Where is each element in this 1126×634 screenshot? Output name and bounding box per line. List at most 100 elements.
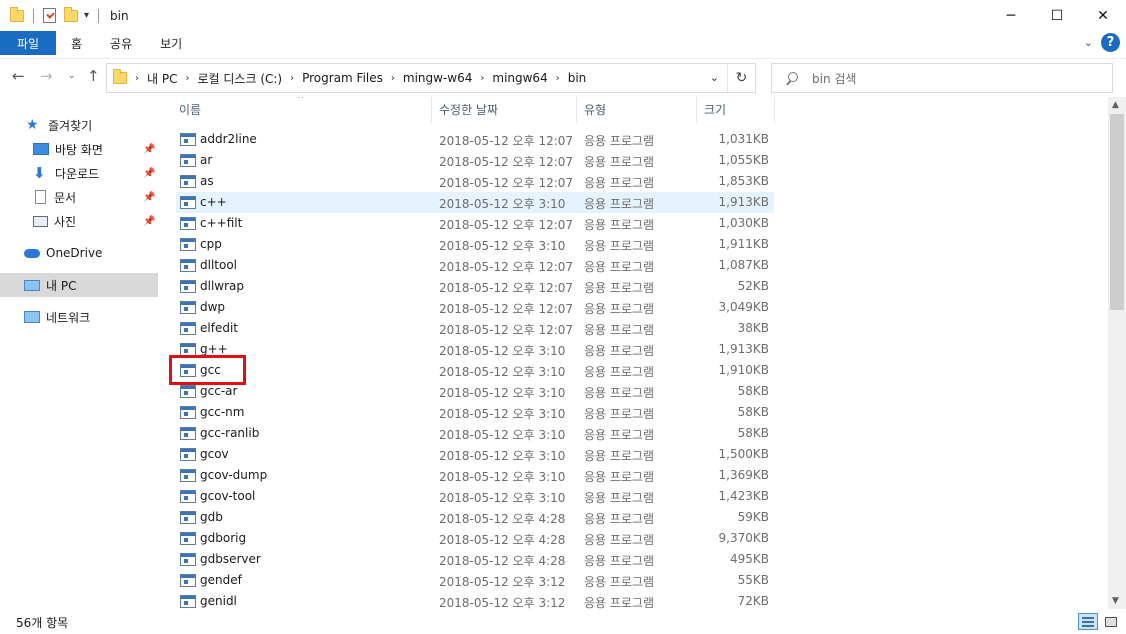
table-row[interactable]: gcc-ar 2018-05-12 오후 3:10 응용 프로그램 58KB <box>176 381 774 402</box>
file-size: 1,911KB <box>718 237 769 251</box>
table-row[interactable]: c++filt 2018-05-12 오후 12:07 응용 프로그램 1,030KB <box>176 213 774 234</box>
column-header-name[interactable]: 이름 <box>179 97 201 121</box>
file-type: 응용 프로그램 <box>584 470 655 484</box>
sidebar-item-desktop[interactable]: 바탕 화면 📌 <box>0 137 158 161</box>
table-row[interactable]: dwp 2018-05-12 오후 12:07 응용 프로그램 3,049KB <box>176 297 774 318</box>
document-icon <box>35 190 46 204</box>
breadcrumb-separator-icon[interactable]: › <box>480 73 484 84</box>
sidebar-item-documents[interactable]: 문서 📌 <box>0 185 158 209</box>
breadcrumb-bin[interactable]: bin <box>568 71 587 85</box>
file-size: 3,049KB <box>718 300 769 314</box>
table-row[interactable]: genidl 2018-05-12 오후 3:12 응용 프로그램 72KB <box>176 591 774 609</box>
table-row[interactable]: addr2line 2018-05-12 오후 12:07 응용 프로그램 1,031… <box>176 129 774 150</box>
table-row[interactable]: c++ 2018-05-12 오후 3:10 응용 프로그램 1,913KB <box>176 192 774 213</box>
search-input[interactable]: bin 검색 <box>771 63 1113 93</box>
refresh-icon[interactable]: ↻ <box>727 64 755 92</box>
tab-file[interactable]: 파일 <box>0 31 56 55</box>
breadcrumb-separator-icon[interactable]: › <box>290 73 294 84</box>
table-row[interactable]: gcov-tool 2018-05-12 오후 3:10 응용 프로그램 1,423K… <box>176 486 774 507</box>
table-row[interactable]: gcc-ranlib 2018-05-12 오후 3:10 응용 프로그램 58KB <box>176 423 774 444</box>
breadcrumb-separator-icon[interactable]: › <box>556 73 560 84</box>
column-header-size[interactable]: 크기 <box>704 97 726 121</box>
scrollbar-thumb[interactable] <box>1110 114 1124 310</box>
sidebar-item-downloads[interactable]: ⬇ 다운로드 📌 <box>0 161 158 185</box>
column-header-date[interactable]: 수정한 날짜 <box>439 97 498 121</box>
scroll-down-arrow-icon[interactable]: ▼ <box>1112 596 1119 606</box>
file-name: gcc-ranlib <box>200 426 260 440</box>
table-row[interactable]: gdb 2018-05-12 오후 4:28 응용 프로그램 59KB <box>176 507 774 528</box>
new-folder-icon[interactable] <box>64 6 78 22</box>
column-header-type[interactable]: 유형 <box>584 97 606 121</box>
breadcrumb-mingw64[interactable]: mingw64 <box>492 71 547 85</box>
file-name: c++ <box>200 195 227 209</box>
table-row[interactable]: elfedit 2018-05-12 오후 12:07 응용 프로그램 38KB <box>176 318 774 339</box>
table-row[interactable]: gcc 2018-05-12 오후 3:10 응용 프로그램 1,910KB <box>176 360 774 381</box>
customize-toolbar-dropdown-icon[interactable]: ▾ <box>84 10 89 21</box>
table-row[interactable]: cpp 2018-05-12 오후 3:10 응용 프로그램 1,911KB <box>176 234 774 255</box>
breadcrumb-separator-icon[interactable]: › <box>391 73 395 84</box>
application-icon <box>180 133 196 146</box>
file-date: 2018-05-12 오후 3:10 <box>439 428 566 442</box>
breadcrumb-separator-icon[interactable]: › <box>185 73 189 84</box>
file-size: 1,087KB <box>718 258 769 272</box>
table-row[interactable]: as 2018-05-12 오후 12:07 응용 프로그램 1,853KB <box>176 171 774 192</box>
details-view-button[interactable] <box>1078 613 1098 630</box>
table-row[interactable]: gendef 2018-05-12 오후 3:12 응용 프로그램 55KB <box>176 570 774 591</box>
forward-arrow-icon[interactable]: → <box>40 67 53 85</box>
sidebar-item-quick-access[interactable]: ★ 즐겨찾기 <box>0 113 158 137</box>
column-divider[interactable] <box>431 97 432 123</box>
breadcrumb-this-pc[interactable]: 내 PC <box>147 70 177 87</box>
file-type: 응용 프로그램 <box>584 302 655 316</box>
close-button[interactable]: ✕ <box>1080 0 1126 31</box>
sidebar-item-label: 바탕 화면 <box>55 142 103 157</box>
table-row[interactable]: dllwrap 2018-05-12 오후 12:07 응용 프로그램 52KB <box>176 276 774 297</box>
tab-view[interactable]: 보기 <box>146 31 196 55</box>
download-arrow-icon: ⬇ <box>33 164 46 182</box>
table-row[interactable]: gcc-nm 2018-05-12 오후 3:10 응용 프로그램 58KB <box>176 402 774 423</box>
column-divider[interactable] <box>774 97 775 123</box>
file-size: 1,055KB <box>718 153 769 167</box>
scroll-up-arrow-icon[interactable]: ▲ <box>1112 100 1119 110</box>
expand-ribbon-icon[interactable]: ⌄ <box>1084 36 1093 49</box>
file-type: 응용 프로그램 <box>584 386 655 400</box>
application-icon <box>180 532 196 545</box>
file-size: 59KB <box>737 510 769 524</box>
tab-home[interactable]: 홈 <box>56 31 96 55</box>
breadcrumb-program-files[interactable]: Program Files <box>302 71 383 85</box>
application-icon <box>180 490 196 503</box>
help-icon[interactable]: ? <box>1101 33 1120 52</box>
vertical-scrollbar[interactable]: ▲ ▼ <box>1108 97 1126 609</box>
maximize-button[interactable]: ☐ <box>1034 0 1080 31</box>
table-row[interactable]: gcov 2018-05-12 오후 3:10 응용 프로그램 1,500KB <box>176 444 774 465</box>
breadcrumb-mingw-w64[interactable]: mingw-w64 <box>403 71 472 85</box>
recent-locations-chevron-icon[interactable]: ⌄ <box>68 71 76 81</box>
address-bar[interactable]: › 내 PC › 로컬 디스크 (C:) › Program Files › m… <box>106 63 756 93</box>
column-divider[interactable] <box>576 97 577 123</box>
address-dropdown-icon[interactable]: ⌄ <box>710 71 719 84</box>
table-row[interactable]: ar 2018-05-12 오후 12:07 응용 프로그램 1,055KB <box>176 150 774 171</box>
folder-icon <box>113 69 127 84</box>
sidebar-item-pictures[interactable]: 사진 📌 <box>0 209 158 233</box>
sidebar-item-onedrive[interactable]: OneDrive <box>0 241 158 265</box>
tab-share[interactable]: 공유 <box>96 31 146 55</box>
up-arrow-icon[interactable]: ↑ <box>87 67 100 85</box>
table-row[interactable]: gcov-dump 2018-05-12 오후 3:10 응용 프로그램 1,369K… <box>176 465 774 486</box>
column-divider[interactable] <box>696 97 697 123</box>
sidebar-item-this-pc[interactable]: 내 PC <box>0 273 158 297</box>
breadcrumb-separator-icon[interactable]: › <box>135 73 139 84</box>
large-icons-view-button[interactable] <box>1101 613 1121 630</box>
table-row[interactable]: g++ 2018-05-12 오후 3:10 응용 프로그램 1,913KB <box>176 339 774 360</box>
back-arrow-icon[interactable]: ← <box>12 67 25 85</box>
sidebar-item-network[interactable]: 네트워크 <box>0 305 158 329</box>
minimize-button[interactable]: ─ <box>988 0 1034 31</box>
file-name: c++filt <box>200 216 243 230</box>
breadcrumb-local-disk[interactable]: 로컬 디스크 (C:) <box>197 70 282 87</box>
table-row[interactable]: gdbserver 2018-05-12 오후 4:28 응용 프로그램 495KB <box>176 549 774 570</box>
properties-icon[interactable] <box>43 8 56 23</box>
table-row[interactable]: gdborig 2018-05-12 오후 4:28 응용 프로그램 9,370KB <box>176 528 774 549</box>
file-size: 1,031KB <box>718 132 769 146</box>
file-size: 58KB <box>737 405 769 419</box>
file-name: g++ <box>200 342 228 356</box>
table-row[interactable]: dlltool 2018-05-12 오후 12:07 응용 프로그램 1,087KB <box>176 255 774 276</box>
file-name: dlltool <box>200 258 238 272</box>
